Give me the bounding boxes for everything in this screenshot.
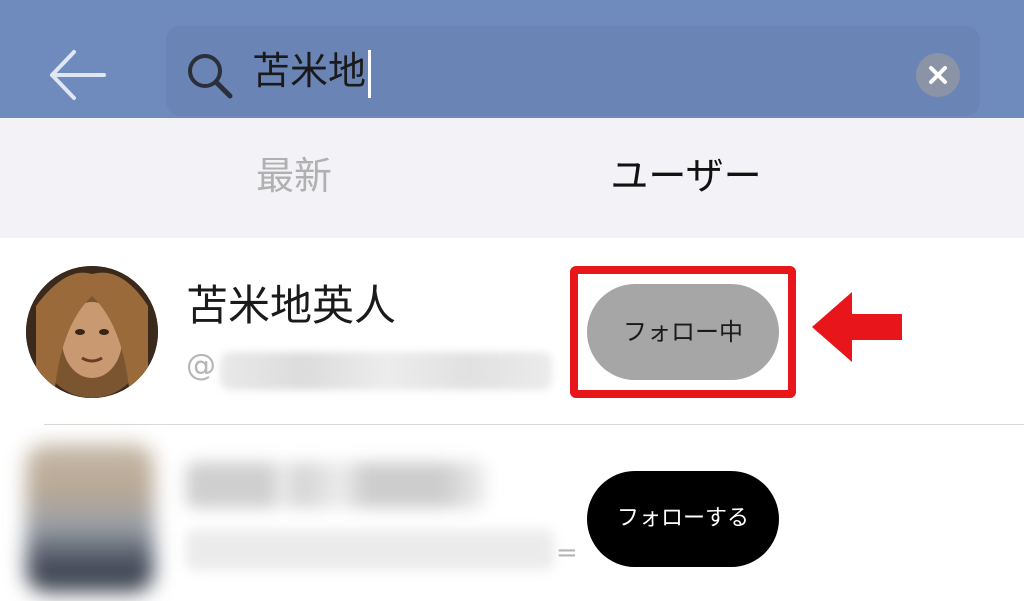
tab-latest[interactable]: 最新 [178, 146, 410, 206]
user-name[interactable]: 苫米地英人 [186, 272, 396, 333]
user-handle-blurred [220, 352, 552, 390]
tab-bar: 最新 ユーザー [0, 118, 1024, 238]
profile-photo [26, 266, 158, 398]
following-button[interactable]: フォロー中 [587, 284, 779, 380]
clear-icon [929, 66, 947, 84]
back-button[interactable] [46, 46, 110, 104]
user-handle-blurred [186, 530, 554, 570]
search-input[interactable]: 苫米地 [166, 26, 980, 116]
red-arrow-icon [812, 292, 902, 362]
clear-search-button[interactable] [916, 53, 960, 97]
tab-users[interactable]: ユーザー [570, 146, 802, 206]
app-header: 苫米地 [0, 0, 1024, 118]
user-handle-prefix: @ [186, 348, 216, 383]
search-query-text[interactable]: 苫米地 [252, 38, 372, 104]
avatar[interactable] [26, 266, 158, 398]
text-caret [368, 49, 372, 98]
user-name-blurred [186, 462, 486, 508]
back-arrow-icon [50, 50, 106, 100]
follow-button[interactable]: フォローする [587, 471, 779, 567]
avatar-blurred[interactable] [26, 444, 154, 592]
trailing-mark: = [556, 538, 578, 568]
search-icon [188, 54, 233, 99]
search-query: 苫米地 [252, 49, 367, 93]
